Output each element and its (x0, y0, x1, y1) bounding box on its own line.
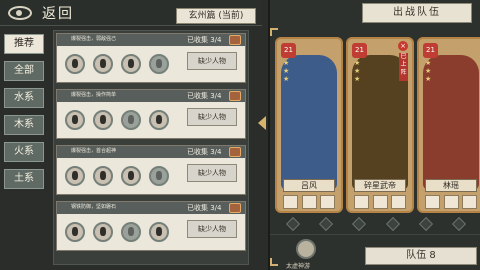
equipment-slot[interactable] (443, 195, 459, 209)
star-rating: ★ ★ ★ (354, 59, 361, 83)
hero-slot[interactable] (65, 54, 85, 74)
hero-card[interactable]: 21 ★ ★ ★ 吕风 (275, 37, 343, 213)
collection-card: 爆裂强击，操作简单 已收集 3/4 缺少人物 (56, 89, 246, 139)
hero-slot[interactable] (149, 222, 169, 242)
hero-card[interactable]: 21 × 已上阵 ★ ★ ★ 碎星武帝 (346, 37, 414, 213)
team-dot-icon[interactable] (318, 216, 334, 232)
star-rating: ★ ★ ★ (283, 59, 290, 83)
collection-card: 钢铁防御，坚如磐石 已收集 3/4 缺少人物 (56, 201, 246, 251)
hero-level: 21 (281, 43, 296, 58)
collapse-arrow-icon[interactable] (257, 116, 267, 130)
hero-slot[interactable] (121, 54, 141, 74)
equipment-row (283, 195, 335, 209)
team-dot-icon[interactable] (418, 216, 434, 232)
hero-slot[interactable] (93, 54, 113, 74)
chest-icon[interactable] (229, 147, 241, 157)
hero-slot[interactable] (93, 222, 113, 242)
equipment-slot[interactable] (391, 195, 406, 209)
hero-slot[interactable] (93, 110, 113, 130)
hero-level: 21 (352, 43, 367, 58)
tab-water[interactable]: 水系 (4, 88, 44, 108)
missing-hero-button[interactable]: 缺少人物 (187, 52, 237, 70)
tab-recommend[interactable]: 推荐 (4, 34, 44, 54)
chest-icon[interactable] (229, 91, 241, 101)
hero-card[interactable]: 21 ★ ★ ★ 林瑶 (417, 37, 480, 213)
hero-slots (65, 162, 177, 192)
collection-card: 爆裂强击，首合超神 已收集 3/4 缺少人物 (56, 145, 246, 195)
team-title: 出战队伍 (362, 3, 472, 23)
missing-hero-slot[interactable] (149, 166, 169, 186)
remove-hero-icon[interactable]: × (398, 41, 408, 51)
equipment-slot[interactable] (301, 195, 317, 209)
missing-hero-slot[interactable] (121, 110, 141, 130)
missing-hero-slot[interactable] (149, 54, 169, 74)
team-selector[interactable]: 队伍 8 (365, 247, 477, 265)
hero-slots (65, 50, 177, 80)
collection-panel: 爆裂强击，弱敌强己 已收集 3/4 缺少人物 爆裂强击，操作简单 已收集 3/4 (53, 30, 249, 265)
collection-card: 爆裂强击，弱敌强己 已收集 3/4 缺少人物 (56, 33, 246, 83)
card-description: 爆裂强击，首合超神 (71, 148, 117, 154)
hero-slot[interactable] (65, 222, 85, 242)
chest-icon[interactable] (229, 35, 241, 45)
character-label: 太虚神游 (286, 263, 311, 270)
equipment-slot[interactable] (425, 195, 440, 209)
equipment-row (425, 195, 477, 209)
hero-slots (65, 106, 177, 136)
hero-level: 21 (423, 43, 438, 58)
equipment-slot[interactable] (372, 195, 388, 209)
hero-name: 吕风 (283, 179, 335, 192)
collection-count: 已收集 3/4 (187, 36, 222, 44)
back-button[interactable]: 返回 (8, 3, 104, 23)
team-dot-icon[interactable] (285, 216, 300, 232)
category-tabs: 推荐 全部 水系 木系 火系 土系 (4, 34, 48, 196)
team-indicator-row (276, 216, 476, 232)
collection-count: 已收集 3/4 (187, 148, 222, 156)
missing-hero-button[interactable]: 缺少人物 (187, 220, 237, 238)
battle-team-panel: 出战队伍 21 ★ ★ ★ 吕风 21 × 已上阵 ★ ★ ★ 碎星武帝 21 … (268, 0, 480, 270)
star-rating: ★ ★ ★ (425, 59, 432, 83)
game-screen: 返回 玄州篇 (当前) 推荐 全部 水系 木系 火系 土系 爆裂强击，弱敌强己 … (0, 0, 480, 270)
collection-count: 已收集 3/4 (187, 92, 222, 100)
card-description: 爆裂强击，操作简单 (71, 92, 117, 98)
tab-earth[interactable]: 土系 (4, 169, 44, 189)
missing-hero-slot[interactable] (121, 222, 141, 242)
frame-corner-icon (270, 258, 278, 266)
hero-slot[interactable] (149, 110, 169, 130)
hero-slot[interactable] (65, 110, 85, 130)
back-label: 返回 (42, 6, 74, 22)
hero-slot[interactable] (93, 166, 113, 186)
back-icon (8, 6, 32, 20)
equipment-slot[interactable] (354, 195, 369, 209)
bottom-bar: 太虚神游 队伍 8 (270, 234, 480, 270)
chapter-selector[interactable]: 玄州篇 (当前) (176, 8, 256, 24)
equipment-slot[interactable] (320, 195, 335, 209)
missing-hero-button[interactable]: 缺少人物 (187, 108, 237, 126)
team-dot-icon[interactable] (385, 216, 400, 232)
hero-name: 林瑶 (425, 179, 477, 192)
hero-slot[interactable] (65, 166, 85, 186)
collection-count: 已收集 3/4 (187, 204, 222, 212)
card-description: 爆裂强击，弱敌强己 (71, 36, 117, 42)
hero-slot[interactable] (121, 166, 141, 186)
team-dot-icon[interactable] (452, 216, 467, 232)
frame-corner-icon (270, 28, 278, 36)
missing-hero-button[interactable]: 缺少人物 (187, 164, 237, 182)
equipment-slot[interactable] (283, 195, 298, 209)
top-bar: 返回 玄州篇 (当前) (0, 0, 262, 26)
hero-name: 碎星武帝 (354, 179, 406, 192)
tab-wood[interactable]: 木系 (4, 115, 44, 135)
deployed-tag: 已上阵 (399, 53, 408, 81)
team-dot-icon[interactable] (352, 216, 367, 232)
card-description: 钢铁防御，坚如磐石 (71, 204, 117, 210)
tab-all[interactable]: 全部 (4, 61, 44, 81)
hero-slots (65, 218, 177, 248)
chest-icon[interactable] (229, 203, 241, 213)
equipment-slot[interactable] (462, 195, 477, 209)
character-avatar-icon[interactable] (296, 239, 316, 259)
tab-fire[interactable]: 火系 (4, 142, 44, 162)
equipment-row (354, 195, 406, 209)
